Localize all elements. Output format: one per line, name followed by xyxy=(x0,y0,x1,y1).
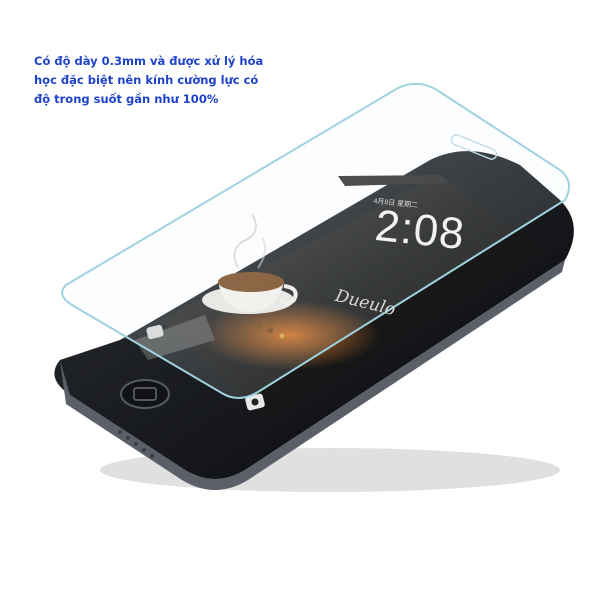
home-button-icon[interactable] xyxy=(120,379,170,409)
lockscreen-clock: 2:08 xyxy=(372,201,468,260)
product-photo xyxy=(54,82,574,492)
